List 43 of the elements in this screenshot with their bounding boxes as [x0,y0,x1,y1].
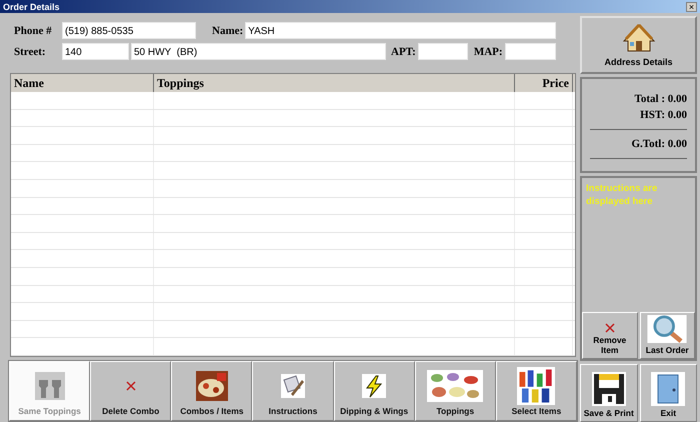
delete-icon [604,323,615,333]
apt-field[interactable] [418,43,468,60]
total-line: HST: 0.00 [640,109,687,121]
column-header[interactable]: Price [515,74,573,92]
magnifier-icon [646,315,688,343]
figures-icon [34,372,65,400]
door-icon [651,372,686,406]
toolbar-button[interactable]: Combos / Items [171,361,252,421]
toppings-icon [427,370,484,402]
column-header[interactable]: Name [11,74,154,92]
toolbar-button[interactable]: Toppings [414,361,496,421]
toolbar-button[interactable]: Delete Combo [90,361,172,421]
street-number-field[interactable]: 140 [62,43,129,60]
floppy-disk-icon [592,372,626,406]
house-icon [622,23,656,53]
action-button[interactable]: Save & Print [580,364,638,422]
instructions-text: Instructions are displayed here [585,182,658,209]
total-line: Total : 0.00 [634,93,687,105]
address-details-button[interactable]: Address Details [580,16,697,74]
phone-field[interactable]: (519) 885-0535 [62,22,196,39]
scroll-pen-icon [280,374,305,398]
map-field[interactable] [504,43,556,60]
action-button[interactable]: Remove Item [582,312,638,359]
window-title: Order Details [3,2,60,12]
total-line: G.Totl: 0.00 [631,138,687,150]
toolbar-button[interactable]: Dipping & Wings [334,361,415,421]
field-label: APT: [391,46,416,58]
column-header[interactable]: Toppings [154,74,515,92]
field-label: Name: [212,24,244,36]
field-label: MAP: [474,46,503,58]
field-label: Street: [14,46,47,58]
bottles-icon [517,366,556,404]
street-name-field[interactable]: 50 HWY (BR) [131,43,386,60]
field-label: Phone # [14,24,53,36]
lightning-icon [362,374,386,398]
name-field[interactable]: YASH [245,22,556,39]
toolbar-button[interactable]: Select Items [496,361,577,421]
close-button[interactable]: × [686,2,697,12]
toolbar-button[interactable]: Instructions [252,361,334,421]
action-button[interactable]: Last Order [640,312,695,359]
action-button[interactable]: Exit [640,364,697,422]
delete-icon [126,380,136,390]
food-icon [196,370,228,400]
